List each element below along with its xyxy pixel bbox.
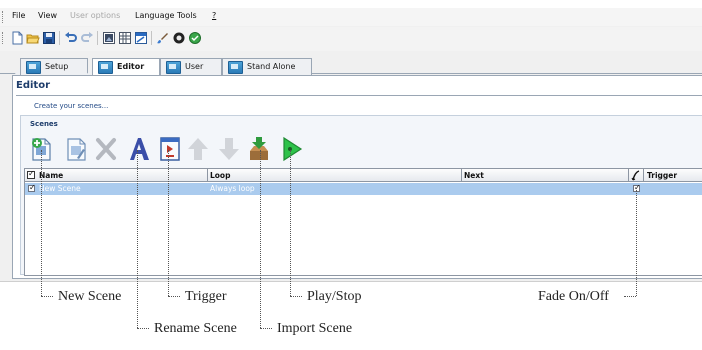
editor-title: Editor — [16, 80, 50, 91]
callout-fade-on-off: Fade On/Off — [538, 289, 609, 304]
callout-play-stop: Play/Stop — [307, 289, 362, 304]
menu-tools[interactable]: Tools — [177, 11, 197, 21]
tab-label: Stand Alone — [247, 62, 296, 71]
tab-setup[interactable]: Setup — [20, 58, 88, 75]
undo-icon[interactable] — [64, 31, 78, 45]
leader-line — [168, 296, 180, 297]
leader-line — [41, 150, 42, 296]
leader-line — [137, 150, 138, 328]
record-icon[interactable] — [172, 31, 186, 45]
trigger-icon[interactable] — [157, 135, 183, 163]
cell-loop[interactable]: Always loop — [210, 184, 255, 193]
leader-line — [260, 150, 261, 328]
toolbar-separator — [97, 31, 98, 45]
leader-line — [636, 190, 637, 296]
rename-scene-icon[interactable] — [63, 135, 89, 163]
callout-trigger: Trigger — [185, 289, 227, 304]
callout-rename-scene: Rename Scene — [154, 321, 237, 336]
menu-view[interactable]: View — [38, 11, 57, 21]
open-folder-icon[interactable] — [26, 31, 40, 45]
editor-title-divider — [16, 95, 702, 96]
grid-icon[interactable] — [118, 31, 132, 45]
tab-editor[interactable]: Editor — [92, 58, 160, 76]
column-header-loop[interactable]: Loop — [210, 171, 230, 180]
tab-user[interactable]: User — [160, 58, 222, 75]
redo-icon[interactable] — [80, 31, 94, 45]
column-divider — [628, 169, 629, 182]
image-icon[interactable] — [102, 31, 116, 45]
toolbar-grip — [2, 32, 4, 44]
brush-icon[interactable] — [156, 31, 170, 45]
play-stop-icon[interactable] — [278, 135, 304, 163]
tab-label: User — [185, 62, 204, 71]
row-checkbox[interactable] — [28, 183, 36, 192]
status-icon[interactable] — [188, 31, 202, 45]
editor-hint-link[interactable]: Create your scenes... — [34, 102, 108, 110]
column-header-name[interactable]: Name — [39, 171, 63, 180]
menu-grip — [2, 11, 4, 23]
column-divider — [461, 169, 462, 182]
move-up-arrow-icon[interactable] — [185, 135, 211, 163]
save-disk-icon[interactable] — [42, 31, 56, 45]
callout-new-scene: New Scene — [58, 289, 122, 304]
select-all-checkbox[interactable] — [27, 169, 35, 179]
tab-window-icon — [26, 61, 41, 74]
leader-line — [624, 296, 636, 297]
tab-label: Editor — [117, 62, 145, 71]
toolbar-separator — [151, 31, 152, 45]
toolbar-separator — [59, 31, 60, 45]
menu-help[interactable]: ? — [212, 11, 216, 21]
tab-window-icon — [166, 61, 181, 74]
fade-column-icon[interactable] — [631, 170, 641, 181]
leader-line — [290, 296, 302, 297]
menu-user-options[interactable]: User options — [70, 11, 120, 21]
font-a-icon[interactable] — [126, 135, 152, 163]
import-scene-icon[interactable] — [246, 135, 272, 163]
menu-language[interactable]: Language — [135, 11, 174, 21]
column-header-trigger[interactable]: Trigger — [647, 171, 677, 180]
callout-import-scene: Import Scene — [277, 321, 353, 336]
window-icon[interactable] — [134, 31, 148, 45]
tab-window-icon — [228, 61, 243, 74]
leader-line — [137, 328, 149, 329]
column-divider — [643, 169, 644, 182]
grid-header — [25, 169, 702, 182]
column-header-next[interactable]: Next — [464, 171, 484, 180]
leader-line — [290, 150, 291, 296]
leader-line — [260, 328, 272, 329]
leader-line — [168, 150, 169, 296]
tab-window-icon — [98, 61, 113, 74]
scenes-group-label: Scenes — [30, 120, 58, 128]
column-divider — [207, 169, 208, 182]
move-down-arrow-icon[interactable] — [216, 135, 242, 163]
tab-label: Setup — [45, 62, 69, 71]
cell-scene-name[interactable]: New Scene — [39, 184, 81, 193]
leader-line — [41, 296, 53, 297]
menu-file[interactable]: File — [12, 11, 25, 21]
delete-icon[interactable] — [93, 135, 119, 163]
table-row[interactable] — [25, 183, 702, 195]
new-document-icon[interactable] — [10, 31, 24, 45]
tab-stand-alone[interactable]: Stand Alone — [222, 58, 312, 75]
